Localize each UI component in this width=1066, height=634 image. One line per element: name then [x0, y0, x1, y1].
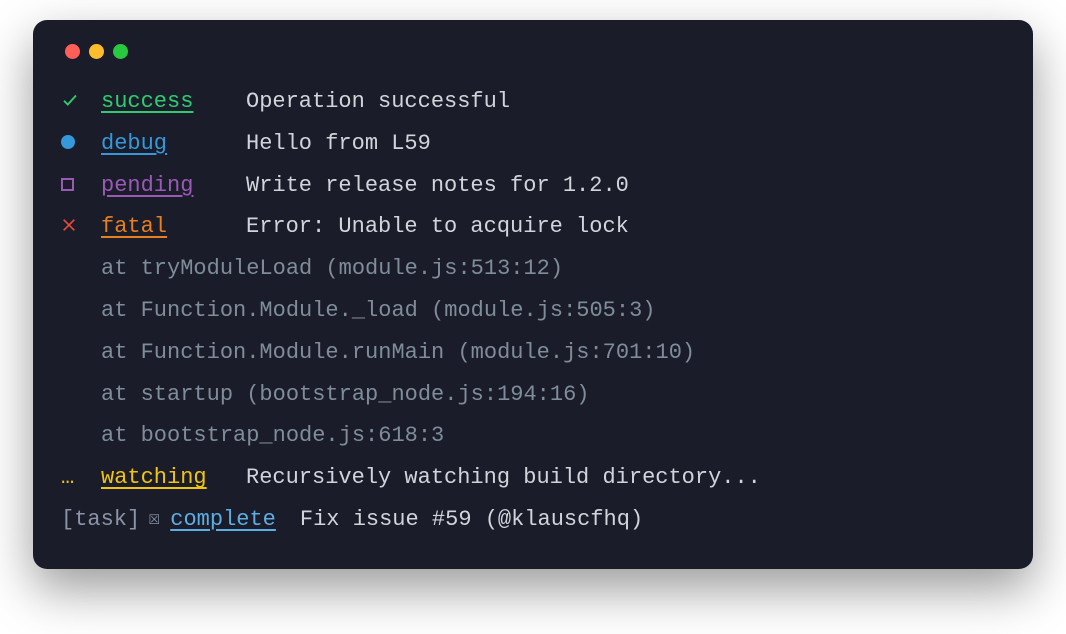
square-icon	[61, 165, 101, 207]
close-icon[interactable]	[65, 44, 80, 59]
window-titlebar	[61, 44, 1005, 59]
stack-trace: at tryModuleLoad (module.js:513:12) at F…	[61, 248, 1005, 457]
log-label: pending	[101, 165, 246, 207]
minimize-icon[interactable]	[89, 44, 104, 59]
log-message: Recursively watching build directory...	[246, 457, 761, 499]
log-line-pending: pending Write release notes for 1.2.0	[61, 165, 1005, 207]
task-label: complete	[170, 499, 276, 541]
stack-frame: at bootstrap_node.js:618:3	[101, 415, 1005, 457]
log-line-success: success Operation successful	[61, 81, 1005, 123]
terminal-window: success Operation successful debug Hello…	[33, 20, 1033, 569]
checkbox-checked-icon: ☒	[148, 501, 160, 539]
terminal-content: success Operation successful debug Hello…	[61, 81, 1005, 541]
ellipsis-icon: …	[61, 457, 101, 499]
task-prefix: [task]	[61, 499, 140, 541]
check-icon	[61, 81, 101, 123]
log-label: success	[101, 81, 246, 123]
x-icon	[61, 206, 101, 248]
stack-frame: at tryModuleLoad (module.js:513:12)	[101, 248, 1005, 290]
log-line-debug: debug Hello from L59	[61, 123, 1005, 165]
stack-frame: at Function.Module.runMain (module.js:70…	[101, 332, 1005, 374]
log-message: Operation successful	[246, 81, 510, 123]
circle-icon	[61, 123, 101, 165]
log-line-watching: … watching Recursively watching build di…	[61, 457, 1005, 499]
log-line-fatal: fatal Error: Unable to acquire lock	[61, 206, 1005, 248]
stack-frame: at Function.Module._load (module.js:505:…	[101, 290, 1005, 332]
log-line-task: [task] ☒ complete Fix issue #59 (@klausc…	[61, 499, 1005, 541]
log-message: Hello from L59	[246, 123, 431, 165]
log-label: debug	[101, 123, 246, 165]
task-message: Fix issue #59 (@klauscfhq)	[300, 499, 643, 541]
log-message: Write release notes for 1.2.0	[246, 165, 629, 207]
stack-frame: at startup (bootstrap_node.js:194:16)	[101, 374, 1005, 416]
log-label: watching	[101, 457, 246, 499]
log-message: Error: Unable to acquire lock	[246, 206, 629, 248]
maximize-icon[interactable]	[113, 44, 128, 59]
log-label: fatal	[101, 206, 246, 248]
